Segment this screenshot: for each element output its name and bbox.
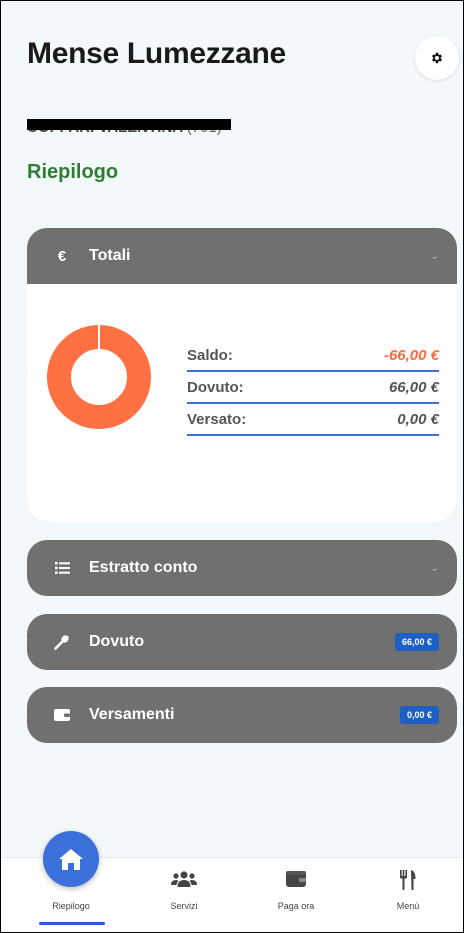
saldo-label: Saldo:	[187, 346, 233, 364]
wallet-icon	[53, 708, 71, 722]
saldo-row: Saldo: -66,00 €	[187, 340, 439, 372]
euro-icon: €	[57, 247, 67, 265]
dovuto-row: Dovuto: 66,00 €	[187, 372, 439, 404]
users-icon	[126, 870, 242, 888]
chevron-down-icon: ⌄	[430, 562, 439, 574]
versamenti-badge: 0,00 €	[399, 706, 439, 724]
wallet-icon	[238, 870, 354, 888]
nav-riepilogo-label: Riepilogo	[52, 901, 90, 911]
page-title: Mense Lumezzane	[27, 37, 286, 70]
versato-row: Versato: 0,00 €	[187, 404, 439, 436]
home-icon	[59, 848, 83, 870]
app-screen: Mense Lumezzane COPPARI VALENTINA (701) …	[0, 0, 464, 933]
dovuto-header[interactable]: Dovuto 66,00 €	[27, 614, 457, 670]
dovuto-label: Dovuto:	[187, 378, 244, 396]
nav-servizi-label: Servizi	[170, 901, 198, 911]
estratto-conto-header[interactable]: Estratto conto ⌄	[27, 540, 457, 596]
estratto-conto-label: Estratto conto	[89, 559, 198, 576]
utensils-icon	[350, 870, 463, 890]
dovuto-value: 66,00 €	[388, 378, 439, 396]
versamenti-label: Versamenti	[89, 706, 175, 723]
home-button[interactable]	[43, 831, 99, 887]
nav-menu-label: Menù	[396, 901, 420, 911]
versamenti-header[interactable]: Versamenti 0,00 €	[27, 687, 457, 743]
versamenti-card[interactable]: Versamenti 0,00 €	[27, 687, 457, 743]
chevron-down-icon: ⌄	[430, 250, 439, 262]
dovuto-card-label: Dovuto	[89, 633, 145, 650]
dovuto-badge: 66,00 €	[394, 633, 439, 651]
settings-button[interactable]	[415, 36, 459, 80]
totals-table: Saldo: -66,00 € Dovuto: 66,00 € Versato:…	[187, 340, 439, 436]
totals-donut-chart	[47, 325, 151, 429]
section-title: Riepilogo	[27, 161, 119, 183]
nav-servizi[interactable]: Servizi	[126, 858, 242, 932]
totali-body: Saldo: -66,00 € Dovuto: 66,00 € Versato:…	[27, 284, 457, 522]
saldo-value: -66,00 €	[383, 346, 439, 364]
spoon-icon	[53, 634, 71, 650]
list-icon	[53, 562, 71, 574]
nav-paga-ora-label: Paga ora	[277, 901, 315, 911]
totali-header[interactable]: € Totali ⌄	[27, 228, 457, 284]
nav-paga-ora[interactable]: Paga ora	[238, 858, 354, 932]
estratto-conto-card[interactable]: Estratto conto ⌄	[27, 540, 457, 596]
versato-value: 0,00 €	[397, 410, 439, 428]
donut-versato-gap	[98, 325, 100, 349]
nav-menu[interactable]: Menù	[350, 858, 463, 932]
dovuto-card[interactable]: Dovuto 66,00 €	[27, 614, 457, 670]
gear-icon	[431, 52, 443, 64]
redaction-bar	[27, 119, 231, 130]
totali-label: Totali	[89, 247, 131, 264]
active-tab-indicator	[39, 922, 105, 925]
totali-card: € Totali ⌄ Saldo: -66,00 € Dovuto: 66,00…	[27, 228, 457, 522]
versato-label: Versato:	[187, 410, 247, 428]
